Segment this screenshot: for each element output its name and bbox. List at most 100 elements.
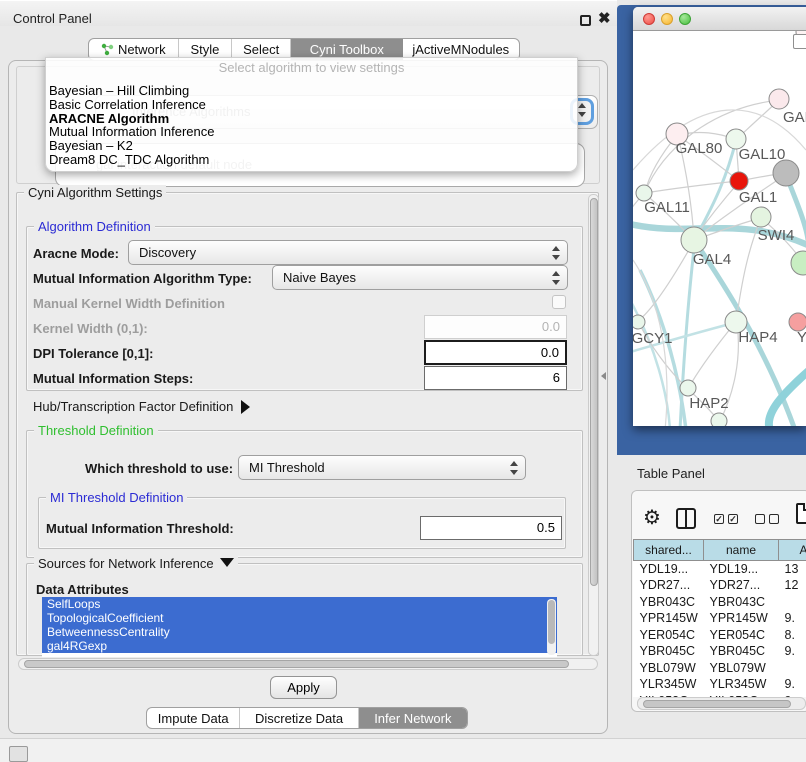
list-vertical-scrollbar[interactable] (547, 599, 556, 655)
hub-tf-definition-toggle[interactable]: Hub/Transcription Factor Definition (33, 399, 250, 414)
algorithm-option[interactable]: Bayesian – K2 (49, 139, 577, 153)
float-window-icon[interactable] (580, 15, 591, 26)
table-cell: YBR045C (704, 643, 779, 660)
network-tab-icon (101, 43, 114, 56)
network-node-gal1[interactable] (751, 207, 771, 227)
dock-panel-icon[interactable] (9, 746, 28, 762)
mi-type-combo[interactable]: Naive Bayes (272, 265, 568, 290)
tab-label: Discretize Data (255, 708, 343, 729)
dropdown-items: Bayesian – Hill ClimbingBasic Correlatio… (46, 84, 577, 167)
manual-kernel-checkbox[interactable] (552, 295, 566, 309)
aracne-mode-combo[interactable]: Discovery (128, 240, 568, 265)
data-attribute-item[interactable]: SelfLoops (42, 597, 557, 611)
select-all-check-icon-2[interactable]: ✓ (728, 514, 738, 524)
network-edge[interactable] (645, 181, 738, 193)
deselect-all-icon-2[interactable] (769, 514, 779, 524)
control-panel-title: Control Panel (13, 11, 92, 26)
network-node[interactable] (730, 172, 748, 190)
data-attributes-label: Data Attributes (36, 582, 129, 597)
columns-icon[interactable] (676, 508, 696, 529)
algorithm-option[interactable]: Mutual Information Inference (49, 125, 577, 139)
network-node-gal[interactable] (769, 89, 789, 109)
network-node-hap2[interactable] (680, 380, 696, 396)
dpi-tolerance-label: DPI Tolerance [0,1]: (33, 346, 153, 361)
data-attribute-item[interactable]: gal4RGexp (42, 639, 557, 653)
bottom-strip (0, 738, 806, 762)
algorithm-option[interactable]: Dream8 DC_TDC Algorithm (49, 153, 577, 167)
table-horizontal-scrollbar[interactable] (637, 697, 806, 710)
table-cell: 9. (779, 676, 806, 693)
table-cell: YER054C (704, 627, 779, 644)
cyni-bottom-tabs: Impute Data Discretize Data Infer Network (146, 707, 468, 729)
dropdown-prompt: Select algorithm to view settings (46, 60, 577, 75)
table-column-header[interactable]: A (779, 540, 806, 561)
cyni-tab-discretize-data[interactable]: Discretize Data (240, 708, 358, 728)
hub-tf-definition-label: Hub/Transcription Factor Definition (33, 399, 233, 414)
control-panel-titlebar (0, 0, 617, 26)
dpi-tolerance-field[interactable]: 0.0 (424, 340, 567, 365)
network-node-label: GAL10 (739, 146, 786, 163)
network-node-swi4[interactable] (791, 251, 806, 275)
new-table-file-icon[interactable] (796, 503, 806, 524)
which-threshold-label: Which threshold to use: (85, 461, 233, 476)
cyni-tab-infer-network[interactable]: Infer Network (359, 708, 467, 728)
algorithm-option[interactable]: Basic Correlation Inference (49, 98, 577, 112)
mi-threshold-field[interactable]: 0.5 (420, 516, 562, 540)
kernel-width-field[interactable]: 0.0 (424, 315, 567, 339)
data-attribute-item[interactable]: BetweennessCentrality (42, 625, 557, 639)
table-cell (779, 660, 806, 677)
table-row[interactable]: YBL079WYBL079W (634, 660, 806, 677)
table-cell: YBR045C (634, 643, 704, 660)
settings-horizontal-scrollbar[interactable] (18, 658, 598, 670)
select-all-check-icon[interactable]: ✓ (714, 514, 724, 524)
table-row[interactable]: YBR043CYBR043C (634, 594, 806, 611)
table-row[interactable]: YBR045CYBR045C9. (634, 643, 806, 660)
table-row[interactable]: YDR27...YDR27...12 (634, 577, 806, 594)
network-node-gal4[interactable] (681, 227, 707, 253)
sources-group-title[interactable]: Sources for Network Inference (34, 556, 238, 571)
gear-icon[interactable]: ⚙ (643, 505, 661, 530)
table-column-header[interactable]: shared... (634, 540, 704, 561)
table-cell: YLR345W (634, 676, 704, 693)
table-cell: YDR27... (704, 577, 779, 594)
data-attributes-list[interactable]: SelfLoopsTopologicalCoefficientBetweenne… (42, 597, 557, 657)
deselect-all-icon[interactable] (755, 514, 765, 524)
network-window-titlebar[interactable] (633, 7, 806, 31)
table-cell: YPR145W (634, 610, 704, 627)
network-node-label: GAL11 (644, 199, 690, 216)
canvas-corner-widget[interactable] (793, 34, 806, 49)
algorithm-option[interactable]: Bayesian – Hill Climbing (49, 84, 577, 98)
network-canvas[interactable]: GALGAL80GAL10GAL1GAL11GAL4SWI4GCY1HAP4YH… (633, 31, 806, 426)
algorithm-option[interactable]: ARACNE Algorithm (49, 112, 577, 126)
table-column-header[interactable]: name (704, 540, 779, 561)
mi-steps-field[interactable]: 6 (424, 366, 567, 390)
table-cell: 9. (779, 610, 806, 627)
data-attribute-item[interactable]: TopologicalCoefficient (42, 611, 557, 625)
network-node[interactable] (773, 160, 799, 186)
table-cell: YDL19... (704, 561, 779, 578)
collapse-down-icon (220, 558, 234, 567)
panel-resize-handle[interactable] (601, 372, 606, 380)
table-row[interactable]: YDL19...YDL19...13 (634, 561, 806, 578)
threshold-definition-title: Threshold Definition (34, 423, 158, 438)
zoom-traffic-icon[interactable] (679, 13, 691, 25)
table-row[interactable]: YER054CYER054C8. (634, 627, 806, 644)
table-row[interactable]: YLR345WYLR345W9. (634, 676, 806, 693)
settings-vertical-scrollbar[interactable] (588, 194, 599, 656)
close-icon[interactable]: ✖ (598, 9, 611, 27)
which-threshold-combo[interactable]: MI Threshold (238, 455, 526, 480)
close-traffic-icon[interactable] (643, 13, 655, 25)
network-node-label: HAP4 (738, 329, 777, 346)
which-threshold-value: MI Threshold (249, 460, 325, 475)
apply-button[interactable]: Apply (270, 676, 337, 699)
node-table-wrap: shared...nameA YDL19...YDL19...13YDR27..… (633, 539, 806, 697)
network-node-gcy1[interactable] (633, 315, 645, 329)
network-node-label: GAL1 (739, 189, 777, 206)
table-row[interactable]: YPR145WYPR145W9. (634, 610, 806, 627)
minimize-traffic-icon[interactable] (661, 13, 673, 25)
network-node[interactable] (711, 413, 727, 426)
node-table[interactable]: shared...nameA YDL19...YDL19...13YDR27..… (633, 539, 806, 697)
cyni-tab-impute-data[interactable]: Impute Data (147, 708, 240, 728)
table-cell: YPR145W (704, 610, 779, 627)
table-cell (779, 594, 806, 611)
